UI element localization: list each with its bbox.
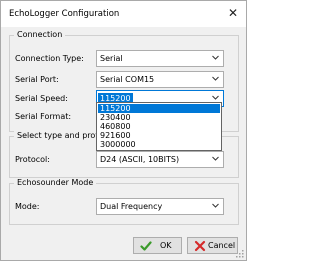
connection-type-select[interactable]: Serial	[96, 50, 224, 67]
dropdown-option[interactable]: 115200	[98, 104, 220, 113]
protocol-label: Protocol:	[15, 155, 50, 164]
config-dialog: EchoLogger Configuration ✕ Connection Co…	[0, 0, 247, 261]
serial-format-label: Serial Format:	[15, 112, 72, 121]
chevron-down-icon	[212, 55, 219, 60]
resize-grip-icon[interactable]	[235, 249, 244, 258]
window-title: EchoLogger Configuration	[9, 9, 120, 19]
chevron-down-icon	[212, 76, 219, 81]
ok-button[interactable]: OK	[133, 237, 182, 254]
echosounder-group: Echosounder Mode Mode: Dual Frequency	[9, 178, 239, 225]
checkmark-icon	[140, 241, 152, 251]
title-bar: EchoLogger Configuration ✕	[1, 1, 246, 27]
serial-speed-dropdown: 115200 230400 460800 921600 3000000	[96, 102, 222, 151]
close-icon[interactable]: ✕	[226, 6, 240, 20]
protocol-select[interactable]: D24 (ASCII, 10BITS)	[96, 151, 224, 168]
dropdown-option[interactable]: 921600	[98, 131, 220, 140]
chevron-down-icon	[212, 203, 219, 208]
serial-port-value: Serial COM15	[100, 75, 155, 84]
serial-port-select[interactable]: Serial COM15	[96, 71, 224, 88]
chevron-down-icon	[212, 156, 219, 161]
ok-button-label: OK	[160, 241, 172, 250]
dropdown-option[interactable]: 460800	[98, 122, 220, 131]
protocol-value: D24 (ASCII, 10BITS)	[100, 155, 180, 164]
connection-type-label: Connection Type:	[15, 54, 84, 63]
chevron-down-icon	[212, 95, 219, 100]
connection-group-title: Connection	[14, 30, 66, 39]
echosounder-group-title: Echosounder Mode	[14, 178, 97, 187]
x-icon	[194, 240, 206, 252]
connection-type-value: Serial	[100, 54, 123, 63]
dropdown-option[interactable]: 3000000	[98, 140, 220, 149]
mode-label: Mode:	[15, 202, 40, 211]
dropdown-option[interactable]: 230400	[98, 113, 220, 122]
mode-value: Dual Frequency	[100, 202, 163, 211]
mode-select[interactable]: Dual Frequency	[96, 198, 224, 215]
serial-port-label: Serial Port:	[15, 75, 59, 84]
cancel-button[interactable]: Cancel	[187, 237, 238, 254]
serial-speed-label: Serial Speed:	[15, 94, 68, 103]
cancel-button-label: Cancel	[208, 241, 236, 250]
